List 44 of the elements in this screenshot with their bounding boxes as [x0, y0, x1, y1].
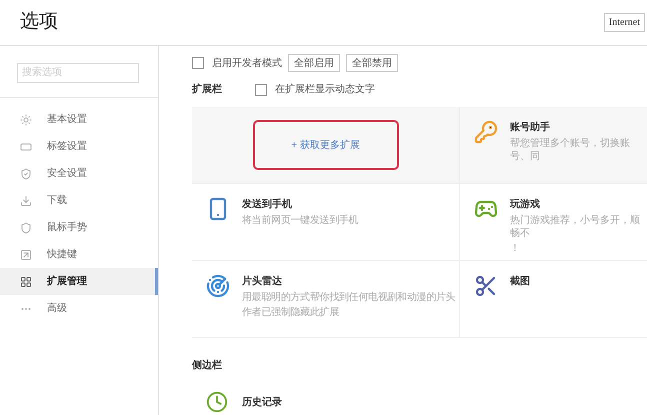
extension-description: ！ — [510, 242, 521, 255]
browser-field[interactable]: Internet — [604, 13, 645, 32]
checkbox-label: 启用开发者模式 — [212, 56, 282, 70]
extension-card[interactable]: 玩游戏 热门游戏推荐，小号多开，顺畅不 ！ — [460, 184, 647, 261]
grid-icon — [20, 276, 32, 288]
shortcut-icon — [20, 248, 32, 260]
extension-name: 账号助手 — [510, 120, 551, 135]
checkbox[interactable] — [255, 84, 267, 96]
extension-description: 将当前网页一键发送到手机 — [242, 214, 358, 227]
download-icon — [20, 194, 32, 206]
scissors-icon — [474, 274, 498, 298]
extension-card[interactable]: 账号助手 帮您管理多个账号，切换账号、同 — [460, 107, 647, 184]
extension-description: 用最聪明的方式帮你找到任何电视剧和动漫的片头 — [242, 291, 456, 304]
extension-card[interactable]: 截图 — [460, 261, 647, 338]
get-more-extensions-button[interactable]: + 获取更多扩展 — [252, 120, 398, 170]
sidebar-item[interactable]: 快捷键 — [0, 241, 158, 268]
page-title: 选项 — [20, 10, 58, 34]
sidebar-item[interactable]: 安全设置 — [0, 160, 158, 187]
sidebar-item[interactable]: 标签设置 — [0, 133, 158, 160]
extension-name: 片头雷达 — [242, 274, 283, 289]
checkbox-label: 在扩展栏显示动态文字 — [275, 82, 375, 97]
extension-name: 发送到手机 — [242, 198, 293, 212]
key-icon — [474, 120, 498, 144]
sidebar-item[interactable]: 扩展管理 — [0, 268, 158, 295]
extension-description: 热门游戏推荐，小号多开，顺畅不 — [510, 214, 641, 240]
sidebar-item[interactable]: 鼠标手势 — [0, 214, 158, 241]
extension-description: 帮您管理多个账号，切换账号、同 — [510, 137, 631, 163]
shield-check-icon — [20, 168, 32, 180]
toolbar-button[interactable]: 全部禁用 — [346, 54, 398, 72]
section-title: 扩展栏 — [192, 82, 222, 97]
extension-card[interactable]: 发送到手机 将当前网页一键发送到手机 — [192, 184, 460, 261]
sidebar-item[interactable]: 高级 — [0, 295, 158, 322]
sidebar-item[interactable]: 基本设置 — [0, 106, 158, 133]
sidebar-item[interactable]: 下载 — [0, 187, 158, 214]
section-title: 侧边栏 — [192, 358, 223, 373]
checkbox[interactable] — [192, 57, 204, 69]
radar-icon — [206, 274, 230, 298]
extension-card[interactable]: 片头雷达 用最聪明的方式帮你找到任何电视剧和动漫的片头 作者已强制隐藏此扩展 — [192, 261, 460, 338]
extension-name: 玩游戏 — [510, 198, 541, 212]
toolbar-button[interactable]: 全部启用 — [288, 54, 340, 72]
extension-description: 作者已强制隐藏此扩展 — [242, 306, 340, 319]
clock-icon — [206, 391, 228, 413]
extension-name: 历史记录 — [242, 396, 282, 410]
extension-name: 截图 — [510, 274, 530, 289]
